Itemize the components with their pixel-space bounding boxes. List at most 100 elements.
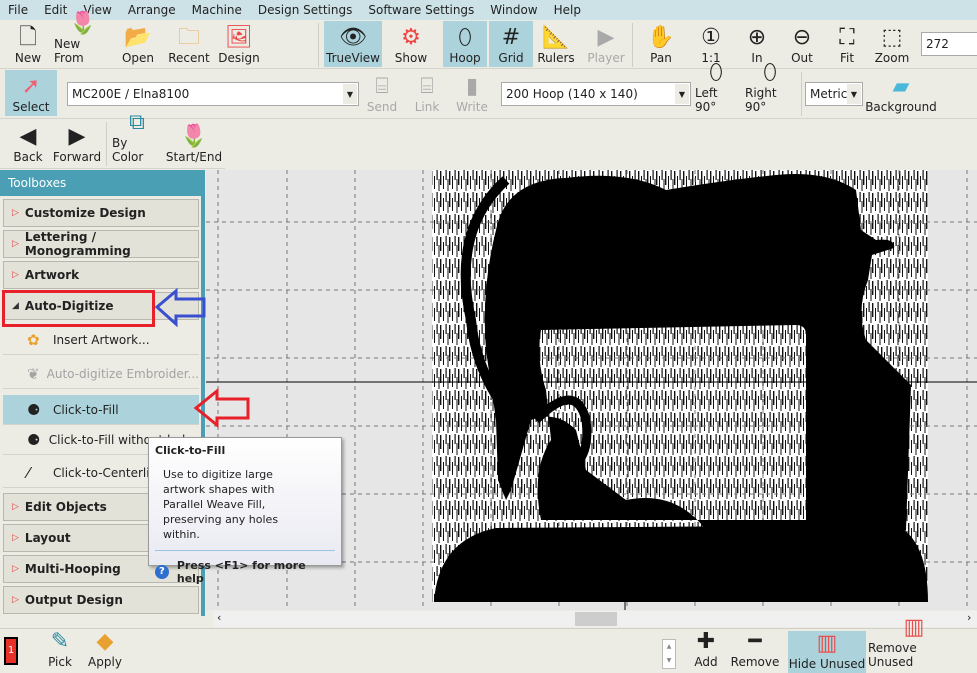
trueview-button[interactable]: 👁 TrueView xyxy=(324,21,382,67)
new-from-button[interactable]: 🌷 New From xyxy=(54,11,112,67)
chevron-down-icon: ▼ xyxy=(675,84,689,104)
apply-button[interactable]: ◆ Apply xyxy=(86,625,124,671)
zoom-out-icon: ⊖ xyxy=(792,25,812,50)
toolbar-navigation: ◀ Back ▶ Forward ⧉ By Color 🌷 Start/End xyxy=(0,110,225,169)
eyedropper-icon: ✎ xyxy=(50,629,70,654)
back-arrow-icon: ◀ xyxy=(19,124,37,149)
write-button[interactable]: ▮ Write xyxy=(456,70,488,116)
rulers-toggle[interactable]: 📐 Rulers xyxy=(536,21,576,67)
menu-bar: File Edit View Arrange Machine Design Se… xyxy=(0,0,977,20)
zoom-fit-icon: ⛶ xyxy=(839,25,855,50)
hoop-select[interactable]: 200 Hoop (140 x 140) ▼ xyxy=(501,82,691,106)
background-icon: ▰ xyxy=(892,74,910,99)
tooltip-help: Press <F1> for more help xyxy=(176,559,306,585)
sewing-machine-base xyxy=(434,525,928,602)
magic-wand-solid-icon: ⚈ xyxy=(27,430,41,449)
grid-toggle[interactable]: # Grid xyxy=(489,21,533,67)
link-machine-icon: ⌸ xyxy=(420,74,434,99)
tooltip-body: Use to digitize large artwork shapes wit… xyxy=(163,468,279,541)
tooltip: Click-to-Fill Use to digitize large artw… xyxy=(148,437,342,585)
forward-button[interactable]: ▶ Forward xyxy=(53,120,101,166)
new-from-icon: 🌷 xyxy=(69,11,97,36)
hoop-toggle[interactable]: ⬯ Hoop xyxy=(443,21,487,67)
arrow-pointer-icon: ➚ xyxy=(21,74,41,99)
scroll-left-icon[interactable]: ‹ xyxy=(217,611,221,624)
usb-icon: ▮ xyxy=(465,74,479,99)
background-button[interactable]: ▰ Background xyxy=(865,70,937,116)
zoom-box-button[interactable]: ⬚ Zoom xyxy=(872,21,912,67)
minus-icon: ━ xyxy=(748,629,762,654)
insert-artwork-icon: ✿ xyxy=(27,330,40,349)
units-select[interactable]: Metric ▼ xyxy=(805,82,863,106)
expand-icon: ▷ xyxy=(12,533,19,543)
toolbar-machine: ➚ Select MC200E / Elna8100 ▼ ⌸ Send ⌸ Link ▮… xyxy=(0,60,977,119)
new-file-icon: 🗋 xyxy=(19,25,37,50)
menu-arrange[interactable]: Arrange xyxy=(120,3,184,17)
recent-button[interactable]: 🗀 Recent xyxy=(164,21,214,67)
recent-folder-icon: 🗀 xyxy=(177,25,200,50)
design-icon: 🖼 xyxy=(225,25,253,50)
menu-design-settings[interactable]: Design Settings xyxy=(250,3,360,17)
new-button[interactable]: 🗋 New xyxy=(10,21,46,67)
annotation-blue-arrow xyxy=(154,288,206,328)
expand-icon: ▷ xyxy=(12,502,19,512)
expand-icon: ▷ xyxy=(12,239,19,249)
horizontal-scrollbar[interactable]: ‹ › xyxy=(213,611,977,627)
send-button[interactable]: ⌸ Send xyxy=(366,70,398,116)
by-color-button[interactable]: ⧉ By Color xyxy=(112,110,162,166)
scrollbar-thumb[interactable] xyxy=(575,612,617,626)
remove-unused-icon: ▥ xyxy=(903,615,925,640)
link-button[interactable]: ⌸ Link xyxy=(412,70,442,116)
insert-artwork-item[interactable]: ✿ Insert Artwork... xyxy=(3,325,199,355)
open-button[interactable]: 📂 Open xyxy=(120,21,156,67)
menu-file[interactable]: File xyxy=(0,3,36,17)
zoom-in-icon: ⊕ xyxy=(747,25,767,50)
scroll-right-icon[interactable]: › xyxy=(967,611,971,624)
add-color-button[interactable]: ✚ Add xyxy=(690,625,722,671)
play-icon: ▶ xyxy=(597,25,615,50)
menu-machine[interactable]: Machine xyxy=(184,3,250,17)
design-button[interactable]: 🖼 Design xyxy=(218,21,260,67)
back-button[interactable]: ◀ Back xyxy=(12,120,44,166)
rotate-left-icon: ⬯ xyxy=(709,60,723,85)
rotate-left-button[interactable]: ⬯ Left 90° xyxy=(695,60,737,116)
section-lettering[interactable]: ▷ Lettering / Monogramming xyxy=(3,230,199,258)
help-icon: ? xyxy=(155,565,169,579)
zoom-level-input[interactable]: 272 xyxy=(921,32,977,56)
rotate-right-icon: ⬯ xyxy=(763,60,777,85)
zoom-actual-icon: ① xyxy=(701,25,721,50)
folder-icon: 📂 xyxy=(124,25,152,50)
expand-icon: ▷ xyxy=(12,208,19,218)
tooltip-title: Click-to-Fill xyxy=(155,444,226,457)
menu-help[interactable]: Help xyxy=(546,3,589,17)
panel-title: Toolboxes xyxy=(0,170,201,196)
menu-window[interactable]: Window xyxy=(482,3,545,17)
menu-software-settings[interactable]: Software Settings xyxy=(360,3,482,17)
player-button[interactable]: ▶ Player xyxy=(586,21,626,67)
annotation-red-arrow xyxy=(193,388,250,428)
hide-unused-toggle[interactable]: ▥ Hide Unused xyxy=(788,631,866,673)
start-end-button[interactable]: 🌷 Start/End xyxy=(166,120,222,166)
ruler-icon: 📐 xyxy=(542,25,570,50)
section-customize-design[interactable]: ▷ Customize Design xyxy=(3,199,199,227)
grid-icon: # xyxy=(501,25,521,50)
plus-icon: ✚ xyxy=(696,629,716,654)
machine-select[interactable]: MC200E / Elna8100 ▼ xyxy=(67,82,359,106)
thread-color-swatch[interactable]: 1 xyxy=(4,637,18,665)
click-to-fill-item[interactable]: ⚈ Click-to-Fill xyxy=(3,395,199,425)
fit-button[interactable]: ⛶ Fit xyxy=(830,21,864,67)
auto-digitize-embroidery-item[interactable]: ❦ Auto-digitize Embroider... xyxy=(3,359,199,389)
remove-color-button[interactable]: ━ Remove xyxy=(731,625,780,671)
pan-button[interactable]: ✋ Pan xyxy=(644,21,678,67)
select-button[interactable]: ➚ Select xyxy=(5,70,57,116)
color-spinner[interactable]: ▲ ▼ xyxy=(662,639,676,669)
magic-wand-fill-icon: ⚈ xyxy=(27,400,41,419)
remove-unused-button[interactable]: ▥ Remove Unused xyxy=(868,615,960,671)
chevron-down-icon: ▼ xyxy=(343,84,357,104)
section-output-design[interactable]: ▷ Output Design xyxy=(3,586,199,614)
show-button[interactable]: ⚙ Show xyxy=(390,21,432,67)
zoom-out-button[interactable]: ⊖ Out xyxy=(785,21,819,67)
pick-button[interactable]: ✎ Pick xyxy=(44,625,76,671)
rotate-right-button[interactable]: ⬯ Right 90° xyxy=(745,60,795,116)
section-artwork[interactable]: ▷ Artwork xyxy=(3,261,199,289)
